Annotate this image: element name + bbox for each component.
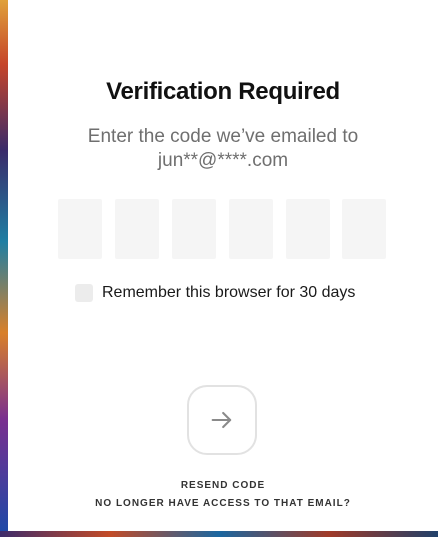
remember-browser-option[interactable]: Remember this browser for 30 days	[75, 283, 355, 303]
code-input-group	[58, 199, 388, 259]
no-access-link[interactable]: NO LONGER HAVE ACCESS TO THAT EMAIL?	[8, 498, 438, 509]
masked-email: jun**@****.com	[157, 150, 289, 171]
code-digit-2[interactable]	[115, 199, 159, 259]
background-artwork-left	[0, 0, 8, 537]
submit-code-button[interactable]	[187, 385, 257, 455]
code-digit-6[interactable]	[342, 199, 386, 259]
subtitle-instruction: Enter the code we’ve emailed to	[87, 126, 359, 147]
remember-label[interactable]: Remember this browser for 30 days	[102, 284, 355, 302]
remember-checkbox[interactable]	[75, 284, 93, 302]
code-digit-4[interactable]	[229, 199, 273, 259]
code-digit-1[interactable]	[58, 199, 102, 259]
dialog-subtitle: Enter the code we’ve emailed to jun**@**…	[28, 125, 418, 173]
code-digit-5[interactable]	[286, 199, 330, 259]
background-artwork-bottom	[0, 531, 438, 537]
verification-dialog: Verification Required Enter the code we’…	[8, 0, 438, 531]
resend-code-link[interactable]: RESEND CODE	[8, 480, 438, 491]
arrow-right-icon	[211, 411, 232, 429]
code-digit-3[interactable]	[172, 199, 216, 259]
dialog-title: Verification Required	[106, 78, 340, 105]
